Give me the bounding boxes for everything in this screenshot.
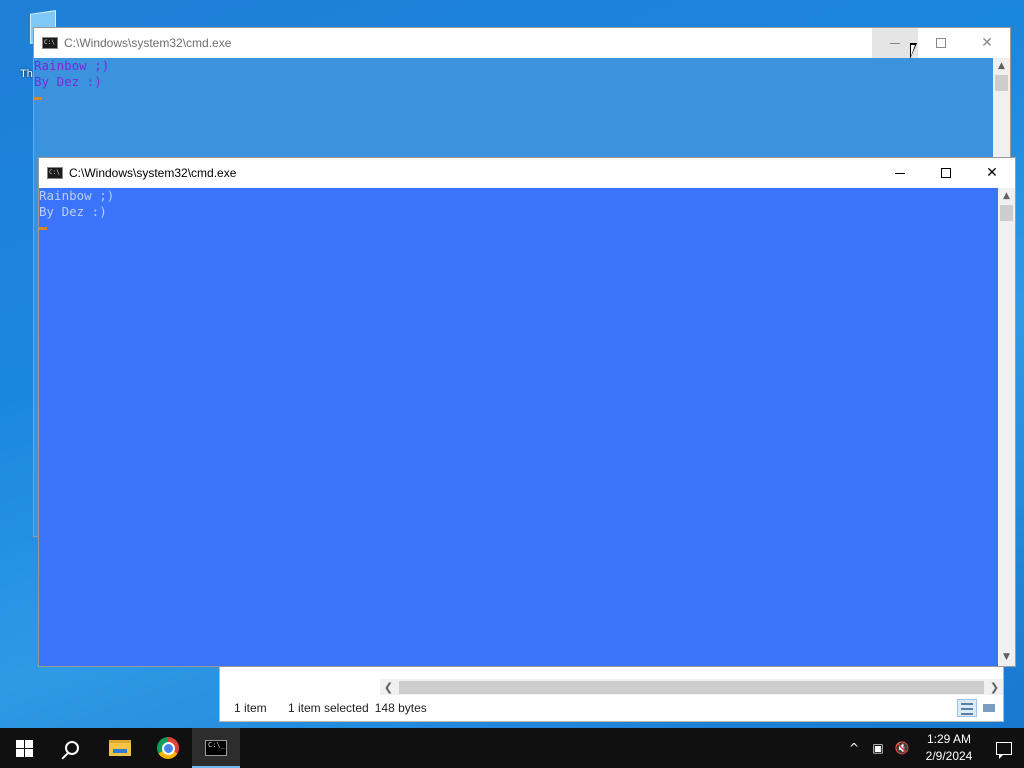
status-bar: 1 item 1 item selected 148 bytes — [220, 695, 1003, 721]
window-title: C:\Windows\system32\cmd.exe — [69, 166, 237, 180]
console-line: By Dez :) — [39, 204, 107, 219]
status-size: 148 bytes — [374, 701, 427, 715]
volume-button[interactable]: 🔇 — [890, 728, 914, 768]
cmd-icon: C:\_ — [205, 740, 227, 756]
status-item-count: 1 item — [234, 701, 267, 715]
maximize-button[interactable] — [918, 28, 964, 58]
title-bar[interactable]: C:\ C:\Windows\system32\cmd.exe — [34, 28, 1010, 58]
chevron-up-icon: ^ — [848, 741, 860, 755]
large-icons-view-button[interactable] — [979, 699, 999, 717]
start-button[interactable] — [0, 728, 48, 768]
network-icon: ▣ — [872, 741, 884, 755]
minimize-icon — [890, 42, 900, 44]
status-selected: 1 item selected — [288, 701, 369, 715]
text-cursor — [39, 227, 47, 230]
vertical-scrollbar[interactable]: ▲ ▼ — [998, 188, 1015, 666]
action-center-button[interactable] — [984, 728, 1024, 768]
chrome-icon — [157, 737, 179, 759]
maximize-icon — [941, 168, 951, 178]
maximize-icon — [936, 38, 946, 48]
search-icon — [65, 741, 79, 755]
system-tray: ^ ▣ 🔇 1:29 AM 2/9/2024 — [842, 728, 1024, 768]
cmd-window-front[interactable]: C:\ C:\Windows\system32\cmd.exe ✕ Rainbo… — [38, 157, 1016, 667]
console-output[interactable]: Rainbow ;) By Dez :) — [39, 188, 998, 666]
close-button[interactable]: ✕ — [964, 28, 1010, 58]
title-bar[interactable]: C:\ C:\Windows\system32\cmd.exe — [39, 158, 1015, 188]
scroll-right-icon[interactable]: ❯ — [986, 681, 1003, 694]
maximize-button[interactable] — [923, 158, 969, 188]
chrome-button[interactable] — [144, 728, 192, 768]
clock[interactable]: 1:29 AM 2/9/2024 — [914, 731, 984, 765]
cmd-icon: C:\ — [42, 37, 58, 49]
windows-logo-icon — [15, 739, 33, 757]
scroll-left-icon[interactable]: ❮ — [380, 681, 397, 694]
taskbar: C:\_ ^ ▣ 🔇 1:29 AM 2/9/2024 — [0, 728, 1024, 768]
minimize-icon — [895, 172, 905, 174]
console-line: Rainbow ;) — [34, 58, 110, 73]
show-hidden-icons-button[interactable]: ^ — [842, 728, 866, 768]
file-explorer-button[interactable] — [96, 728, 144, 768]
volume-muted-icon: 🔇 — [894, 741, 910, 755]
close-button[interactable]: ✕ — [969, 158, 1015, 188]
folder-icon — [109, 740, 131, 756]
minimize-button[interactable] — [877, 158, 923, 188]
close-icon: ✕ — [986, 165, 998, 181]
window-title: C:\Windows\system32\cmd.exe — [64, 36, 232, 50]
mouse-pointer-icon — [910, 43, 917, 59]
notification-icon — [996, 741, 1012, 759]
cmd-icon: C:\ — [47, 167, 63, 179]
scroll-up-icon[interactable]: ▲ — [998, 188, 1015, 205]
text-cursor — [34, 97, 42, 100]
clock-time: 1:29 AM — [926, 732, 972, 746]
cmd-taskbar-button[interactable]: C:\_ — [192, 728, 240, 768]
console-line: By Dez :) — [34, 74, 102, 89]
search-button[interactable] — [48, 728, 96, 768]
details-view-button[interactable] — [957, 699, 977, 717]
horizontal-scrollbar[interactable]: ❮ ❯ — [380, 679, 1003, 696]
network-button[interactable]: ▣ — [866, 728, 890, 768]
scroll-down-icon[interactable]: ▼ — [998, 649, 1015, 666]
scroll-thumb[interactable] — [995, 75, 1008, 91]
scroll-up-icon[interactable]: ▲ — [993, 58, 1010, 75]
console-line: Rainbow ;) — [39, 188, 115, 203]
scroll-thumb[interactable] — [399, 681, 984, 694]
scroll-thumb[interactable] — [1000, 205, 1013, 221]
desktop-icon-label: Th — [20, 68, 33, 80]
close-icon: ✕ — [981, 35, 993, 51]
clock-date: 2/9/2024 — [925, 749, 973, 763]
